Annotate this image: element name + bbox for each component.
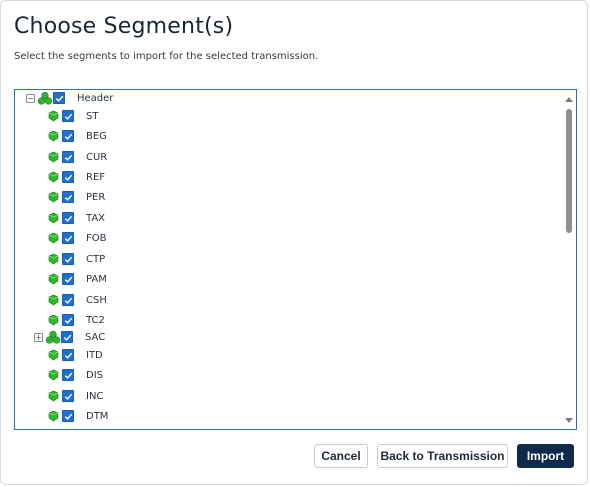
segment-icon bbox=[48, 273, 59, 285]
checkmark-icon bbox=[64, 113, 73, 120]
tree-segment-row[interactable]: REF bbox=[48, 169, 105, 185]
segment-icon bbox=[48, 212, 59, 224]
segment-group-icon bbox=[38, 91, 52, 105]
segment-label: ST bbox=[86, 110, 99, 122]
segment-checkbox[interactable] bbox=[62, 294, 74, 306]
tree-segment-row[interactable]: PER bbox=[48, 189, 105, 205]
segment-checkbox[interactable] bbox=[62, 171, 74, 183]
segment-icon bbox=[48, 294, 59, 306]
segment-label: Header bbox=[77, 92, 114, 104]
scroll-up-arrow-icon[interactable] bbox=[565, 97, 573, 102]
segment-label: BEG bbox=[86, 130, 107, 142]
tree-segment-row[interactable]: CSH bbox=[48, 292, 107, 308]
segment-icon bbox=[48, 349, 59, 361]
checkmark-icon bbox=[64, 276, 73, 283]
tree-segment-row[interactable]: TC2 bbox=[48, 312, 105, 328]
segment-icon bbox=[48, 314, 59, 326]
segment-icon bbox=[48, 110, 59, 122]
checkmark-icon bbox=[64, 413, 73, 420]
segment-checkbox[interactable] bbox=[62, 151, 74, 163]
segment-checkbox[interactable] bbox=[62, 110, 74, 122]
segment-label: SAC bbox=[85, 331, 106, 343]
tree-segment-row[interactable]: FOB bbox=[48, 230, 106, 246]
segment-label: PAM bbox=[86, 273, 107, 285]
checkmark-icon bbox=[64, 317, 73, 324]
segment-label: CSH bbox=[86, 294, 107, 306]
checkmark-icon bbox=[64, 174, 73, 181]
segment-checkbox[interactable] bbox=[62, 369, 74, 381]
segment-label: TC2 bbox=[86, 314, 105, 326]
segment-checkbox[interactable] bbox=[53, 92, 65, 104]
tree-segment-row[interactable]: DIS bbox=[48, 367, 103, 383]
back-to-transmission-button[interactable]: Back to Transmission bbox=[377, 444, 508, 468]
tree-segment-row[interactable]: ST bbox=[48, 108, 98, 124]
import-button[interactable]: Import bbox=[517, 444, 574, 468]
segment-icon bbox=[48, 191, 59, 203]
tree-segment-row[interactable]: BEG bbox=[48, 128, 107, 144]
checkmark-icon bbox=[64, 297, 73, 304]
segment-label: REF bbox=[86, 171, 106, 183]
checkmark-icon bbox=[64, 154, 73, 161]
tree-scrollbar[interactable] bbox=[562, 90, 576, 429]
segment-label: CTP bbox=[86, 253, 106, 265]
segment-label: FOB bbox=[86, 232, 107, 244]
segment-checkbox[interactable] bbox=[62, 273, 74, 285]
segment-icon bbox=[48, 253, 59, 265]
checkmark-icon bbox=[64, 372, 73, 379]
segment-icon bbox=[48, 369, 59, 381]
segment-checkbox[interactable] bbox=[62, 212, 74, 224]
expand-icon[interactable]: + bbox=[34, 332, 43, 342]
segment-icon bbox=[48, 130, 59, 142]
segment-label: INC bbox=[86, 390, 104, 402]
checkmark-icon bbox=[55, 95, 64, 102]
segment-checkbox[interactable] bbox=[62, 253, 74, 265]
tree-segment-row[interactable]: CTP bbox=[48, 251, 105, 267]
segment-label: TAX bbox=[86, 212, 106, 224]
segment-checkbox[interactable] bbox=[61, 331, 73, 343]
checkmark-icon bbox=[64, 235, 73, 242]
checkmark-icon bbox=[64, 352, 73, 359]
segment-icon bbox=[48, 171, 59, 183]
tree-segment-row[interactable]: DTM bbox=[48, 408, 108, 424]
tree-segment-row[interactable]: PAM bbox=[48, 271, 107, 287]
segment-icon bbox=[48, 232, 59, 244]
checkmark-icon bbox=[64, 215, 73, 222]
tree-segment-row[interactable]: ITD bbox=[48, 347, 103, 363]
segment-tree-list: − Header ST BEG CUR REF PER TAX FOB CTP PAM CSH TC2 +… bbox=[15, 90, 562, 429]
tree-group-row[interactable]: − Header bbox=[26, 90, 113, 106]
segment-icon bbox=[48, 151, 59, 163]
choose-segments-dialog: Choose Segment(s) Select the segments to… bbox=[0, 0, 588, 485]
segment-icon bbox=[48, 390, 59, 402]
segment-checkbox[interactable] bbox=[62, 232, 74, 244]
segment-checkbox[interactable] bbox=[62, 349, 74, 361]
segment-tree[interactable]: − Header ST BEG CUR REF PER TAX FOB CTP PAM CSH TC2 +… bbox=[14, 89, 577, 430]
segment-checkbox[interactable] bbox=[62, 410, 74, 422]
collapse-icon[interactable]: − bbox=[26, 93, 35, 103]
checkmark-icon bbox=[64, 133, 73, 140]
segment-label: CUR bbox=[86, 151, 108, 163]
scroll-down-arrow-icon[interactable] bbox=[565, 418, 573, 423]
segment-label: PER bbox=[86, 191, 106, 203]
dialog-subtitle: Select the segments to import for the se… bbox=[14, 51, 319, 62]
tree-group-row[interactable]: + SAC bbox=[34, 329, 105, 345]
segment-group-icon bbox=[46, 330, 60, 344]
dialog-title: Choose Segment(s) bbox=[14, 14, 234, 39]
scroll-thumb[interactable] bbox=[566, 109, 572, 233]
segment-checkbox[interactable] bbox=[62, 314, 74, 326]
segment-label: DTM bbox=[86, 410, 109, 422]
segment-checkbox[interactable] bbox=[62, 390, 74, 402]
tree-segment-row[interactable]: CUR bbox=[48, 149, 107, 165]
checkmark-icon bbox=[63, 334, 72, 341]
segment-label: DIS bbox=[86, 369, 103, 381]
segment-checkbox[interactable] bbox=[62, 130, 74, 142]
cancel-button[interactable]: Cancel bbox=[314, 444, 368, 468]
checkmark-icon bbox=[64, 194, 73, 201]
segment-icon bbox=[48, 410, 59, 422]
checkmark-icon bbox=[64, 393, 73, 400]
checkmark-icon bbox=[64, 256, 73, 263]
segment-label: ITD bbox=[86, 349, 103, 361]
tree-segment-row[interactable]: INC bbox=[48, 388, 103, 404]
tree-segment-row[interactable]: TAX bbox=[48, 210, 105, 226]
segment-checkbox[interactable] bbox=[62, 191, 74, 203]
